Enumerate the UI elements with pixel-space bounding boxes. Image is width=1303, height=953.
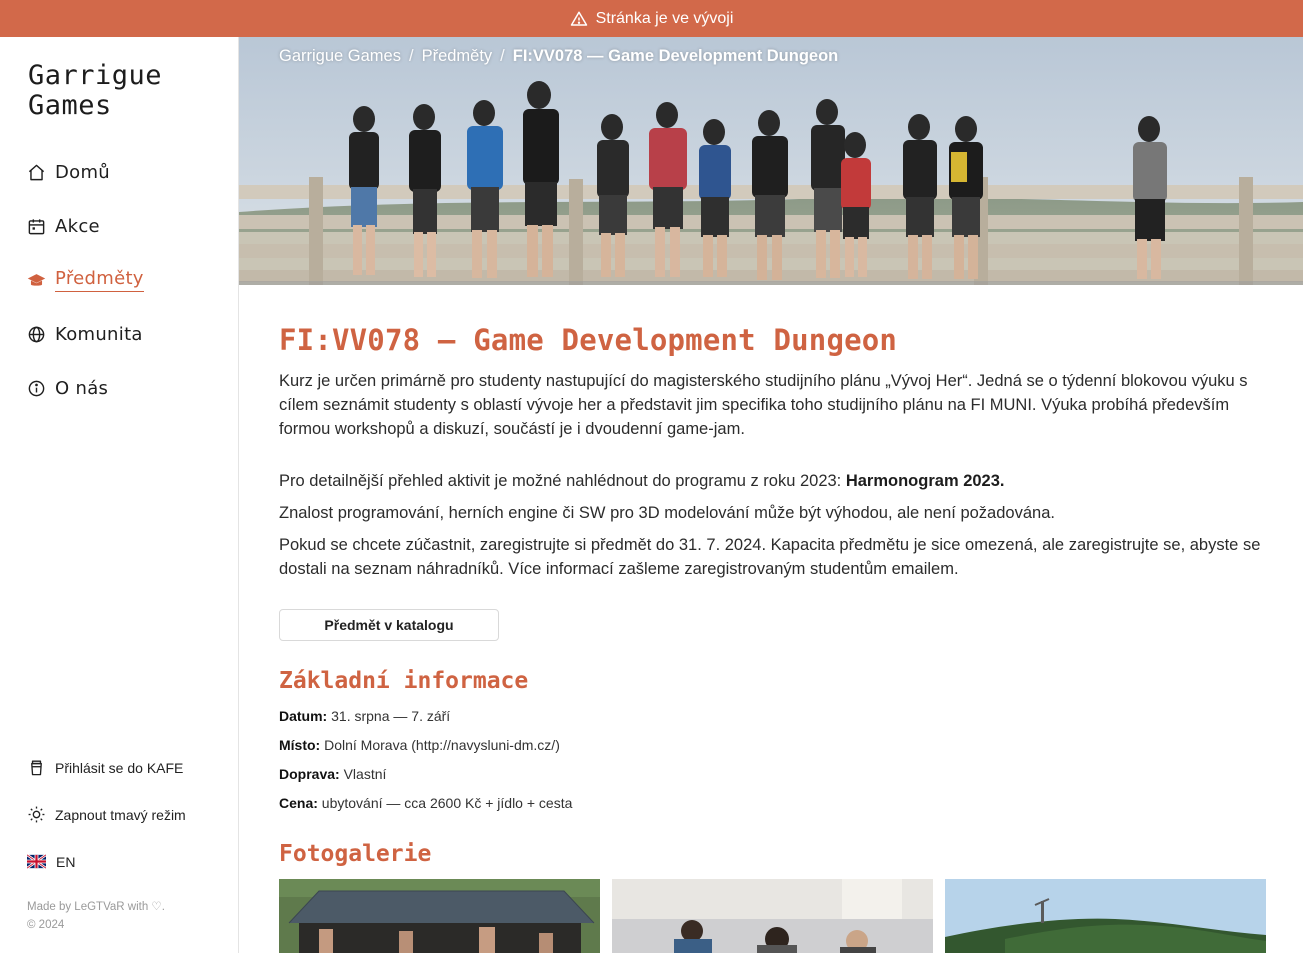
program-text: Pro detailnější přehled aktivit je možné… [279,472,846,490]
hero-photo-group-on-hill [239,37,1303,285]
uk-flag-icon [27,853,46,870]
gallery-photo[interactable] [945,879,1266,953]
info-transport-label: Doprava: [279,766,340,782]
brand-line-1: Garrigue [28,60,163,91]
dev-warning-banner: Stránka je ve vývoji [0,0,1303,37]
sidebar-bottom: Přihlásit se do KAFE Zapnout tmavý režim… [27,744,186,885]
program-paragraph: Pro detailnější přehled aktivit je možné… [279,469,1269,493]
sidebar: Garrigue Games Domů Akce Předměty Komuni… [0,37,239,953]
harmonogram-link[interactable]: Harmonogram 2023. [846,472,1005,490]
info-icon [28,380,45,396]
info-date: Datum: 31. srpna — 7. září [279,708,450,724]
photo-gallery [279,879,1269,953]
nav-item-home[interactable]: Domů [27,145,144,199]
course-intro: Kurz je určen primárně pro studenty nast… [279,372,1248,438]
brand-line-2: Games [28,90,112,121]
nav-item-about[interactable]: O nás [27,361,144,415]
globe-icon [28,326,45,342]
language-label: EN [56,853,76,870]
main-nav: Domů Akce Předměty Komunita O nás [27,145,144,415]
breadcrumb-home[interactable]: Garrigue Games [279,47,401,66]
registration-paragraph: Pokud se chcete zúčastnit, zaregistrujte… [279,536,1261,578]
copyright-text: © 2024 [27,919,65,931]
info-price: Cena: ubytování — cca 2600 Kč + jídlo + … [279,795,572,811]
login-kafe-link[interactable]: Přihlásit se do KAFE [27,744,186,791]
knowledge-paragraph: Znalost programování, herních engine či … [279,504,1055,522]
info-price-label: Cena: [279,795,318,811]
made-by-text: Made by LeGTVaR with ♡. [27,901,165,913]
gallery-heading: Fotogalerie [279,841,432,867]
page-title: FI:VV078 — Game Development Dungeon [279,323,898,357]
breadcrumb-courses[interactable]: Předměty [422,47,493,66]
info-price-value: ubytování — cca 2600 Kč + jídlo + cesta [321,795,573,811]
nav-item-community[interactable]: Komunita [27,307,144,361]
gallery-photo-classroom [612,879,933,953]
sun-icon [28,806,45,823]
dark-mode-toggle[interactable]: Zapnout tmavý režim [27,791,186,838]
info-transport-value: Vlastní [343,766,387,782]
breadcrumb-separator: / [500,47,505,65]
nav-item-events[interactable]: Akce [27,199,144,253]
nav-label-about: O nás [55,377,109,399]
gallery-photo-mountain [945,879,1266,953]
warning-icon [570,11,587,26]
nav-label-home: Domů [55,161,111,183]
breadcrumb: Garrigue Games / Předměty / FI:VV078 — G… [279,47,838,66]
footer-note: Made by LeGTVaR with ♡. © 2024 [27,898,165,934]
gallery-photo[interactable] [612,879,933,953]
nav-label-community: Komunita [55,323,143,345]
breadcrumb-separator: / [408,47,414,65]
brand-logo[interactable]: Garrigue Games [28,61,228,121]
info-place-label: Místo: [279,737,321,753]
nav-label-events: Akce [55,215,100,237]
banner-text: Stránka je ve vývoji [595,9,734,27]
dark-mode-label: Zapnout tmavý režim [55,806,186,823]
gallery-photo-pavilion [279,879,600,953]
login-kafe-label: Přihlásit se do KAFE [55,759,184,776]
info-place: Místo: Dolní Morava (http://navysluni-dm… [279,737,560,753]
coffee-cup-icon [31,760,42,776]
language-switch[interactable]: EN [27,838,186,885]
info-transport: Doprava: Vlastní [279,766,386,782]
info-place-value: Dolní Morava (http://navysluni-dm.cz/) [324,737,560,753]
info-date-label: Datum: [279,708,328,724]
basic-info-heading: Základní informace [279,668,529,694]
calendar-icon [28,218,45,234]
course-catalog-button[interactable]: Předmět v katalogu [279,609,499,641]
gallery-photo[interactable] [279,879,600,953]
nav-label-courses: Předměty [55,268,144,292]
info-date-value: 31. srpna — 7. září [331,708,451,724]
graduation-cap-icon [27,273,46,286]
hero-image: Garrigue Games / Předměty / FI:VV078 — G… [239,37,1303,285]
home-icon [28,164,45,180]
nav-item-courses[interactable]: Předměty [27,253,144,307]
breadcrumb-current: FI:VV078 — Game Development Dungeon [512,47,839,65]
